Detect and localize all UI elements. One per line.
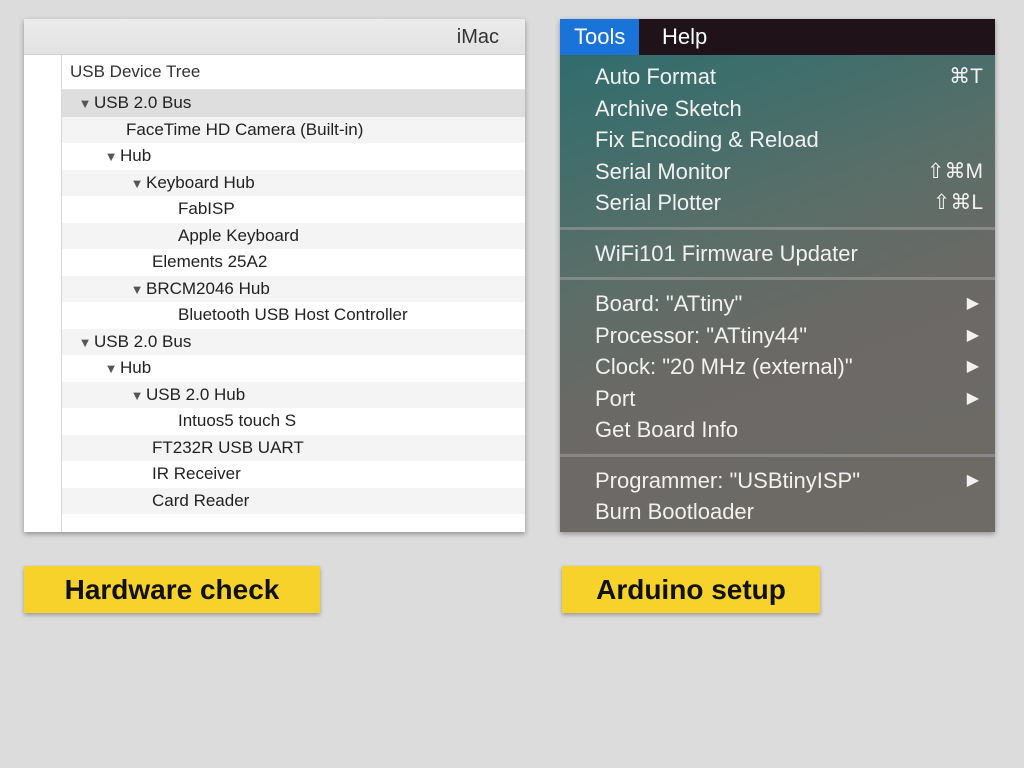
menu-item-label: Processor: "ATtiny44" bbox=[595, 322, 808, 348]
menu-item-label: Serial Monitor bbox=[595, 158, 731, 184]
tree-row[interactable]: ▼ USB 2.0 Bus bbox=[62, 90, 525, 117]
menu-item-shortcut: ⌘T bbox=[949, 65, 983, 88]
menu-item-label: Auto Format bbox=[595, 64, 717, 89]
tools-menu: Auto Format ⌘T Archive Sketch Fix Encoding … bbox=[560, 61, 995, 528]
menu-item[interactable]: Clock: "20 MHz (external)" ▶ bbox=[560, 351, 995, 383]
menu-item-shortcut: ⇧⌘M bbox=[926, 159, 983, 183]
disclosure-triangle-icon[interactable]: ▼ bbox=[128, 383, 146, 410]
menu-item-label: Burn Bootloader bbox=[595, 499, 754, 524]
menu-item[interactable]: WiFi101 Firmware Updater bbox=[560, 238, 995, 270]
menu-item-label: Programmer: "USBtinyISP" bbox=[595, 467, 861, 493]
menu-item[interactable]: Port ▶ bbox=[560, 383, 995, 415]
menu-item-label: Get Board Info bbox=[595, 417, 739, 442]
disclosure-triangle-icon[interactable]: ▼ bbox=[76, 91, 94, 118]
disclosure-triangle-icon[interactable]: ▼ bbox=[128, 277, 146, 304]
arduino-menu-screenshot: Tools Help Auto Format ⌘T Archive Sketch Fi… bbox=[560, 19, 995, 532]
menubar: Tools Help bbox=[560, 19, 995, 55]
tree-row-label: Hub bbox=[120, 146, 152, 165]
tree-row[interactable]: FT232R USB UART bbox=[62, 434, 525, 461]
caption-hardware-check: Hardware check bbox=[24, 566, 320, 613]
tree-row[interactable]: Intuos5 touch S bbox=[62, 408, 525, 435]
tree-row-label: FaceTime HD Camera (Built-in) bbox=[126, 119, 364, 139]
tree-row-label: Hub bbox=[120, 358, 152, 377]
tree-row[interactable]: Apple Keyboard bbox=[62, 222, 525, 249]
window-titlebar: iMac bbox=[24, 19, 525, 55]
menu-item-label: Port bbox=[595, 385, 636, 411]
tree-row[interactable]: ▼ USB 2.0 Bus bbox=[62, 328, 525, 357]
tree-row-label: Elements 25A2 bbox=[152, 252, 268, 271]
tree-row[interactable]: Card Reader bbox=[62, 487, 525, 514]
tree-row-label: Apple Keyboard bbox=[178, 225, 299, 245]
menu-separator bbox=[560, 453, 995, 457]
tree-row[interactable]: IR Receiver bbox=[62, 461, 525, 488]
menu-separator bbox=[560, 277, 995, 280]
tree-row-label: Card Reader bbox=[152, 490, 250, 510]
usb-device-tree: USB Device Tree ▼ USB 2.0 Bus FaceTime HD … bbox=[62, 55, 525, 532]
tree-row-label: USB 2.0 Bus bbox=[94, 331, 192, 351]
tree-row-label: FT232R USB UART bbox=[152, 437, 304, 457]
tree-row[interactable]: ▼ Hub bbox=[62, 143, 525, 170]
menu-item-label: Serial Plotter bbox=[595, 190, 721, 215]
tree-row-label: Intuos5 touch S bbox=[178, 411, 297, 430]
menu-tools[interactable]: Tools bbox=[560, 19, 640, 55]
tree-row-label: IR Receiver bbox=[152, 464, 241, 483]
menu-separator bbox=[560, 226, 995, 230]
sidebar-gutter bbox=[24, 55, 62, 532]
menu-item[interactable]: Fix Encoding & Reload bbox=[560, 124, 995, 156]
caption-arduino-setup: Arduino setup bbox=[562, 566, 820, 613]
tree-row-label: USB 2.0 Hub bbox=[146, 384, 246, 404]
menu-item-label: WiFi101 Firmware Updater bbox=[595, 240, 858, 266]
submenu-arrow-icon: ▶ bbox=[966, 326, 979, 344]
menu-item[interactable]: Serial Plotter ⇧⌘L bbox=[560, 187, 995, 219]
menu-item[interactable]: Serial Monitor ⇧⌘M bbox=[560, 156, 995, 188]
tree-row[interactable]: FabISP bbox=[62, 196, 525, 223]
menu-item[interactable]: Programmer: "USBtinyISP" ▶ bbox=[560, 465, 995, 497]
window-title: iMac bbox=[456, 26, 499, 48]
tree-row-label: Bluetooth USB Host Controller bbox=[178, 305, 408, 324]
tree-row-label: Keyboard Hub bbox=[146, 172, 255, 192]
tree-row[interactable]: Elements 25A2 bbox=[62, 249, 525, 276]
menu-item[interactable]: Board: "ATtiny" ▶ bbox=[560, 288, 995, 320]
menu-item-label: Board: "ATtiny" bbox=[595, 291, 743, 316]
tree-rows: ▼ USB 2.0 Bus FaceTime HD Camera (Built-in… bbox=[62, 90, 525, 514]
menu-item[interactable]: Burn Bootloader bbox=[560, 496, 995, 528]
menu-item[interactable]: Archive Sketch bbox=[560, 93, 995, 125]
submenu-arrow-icon: ▶ bbox=[966, 471, 979, 489]
disclosure-triangle-icon[interactable]: ▼ bbox=[102, 144, 120, 171]
submenu-arrow-icon: ▶ bbox=[966, 358, 979, 375]
menu-item-label: Archive Sketch bbox=[595, 95, 742, 121]
tree-row[interactable]: ▼ Keyboard Hub bbox=[62, 169, 525, 198]
usb-tree-window: iMac USB Device Tree ▼ USB 2.0 Bus FaceTim… bbox=[24, 19, 525, 532]
tree-row[interactable]: FaceTime HD Camera (Built-in) bbox=[62, 116, 525, 143]
submenu-arrow-icon: ▶ bbox=[966, 295, 979, 312]
tree-row[interactable]: ▼ Hub bbox=[62, 355, 525, 382]
disclosure-triangle-icon[interactable]: ▼ bbox=[128, 171, 146, 198]
tree-row[interactable]: ▼ BRCM2046 Hub bbox=[62, 275, 525, 304]
menu-item-shortcut: ⇧⌘L bbox=[932, 191, 983, 214]
menu-item-label: Fix Encoding & Reload bbox=[595, 127, 819, 152]
menu-item[interactable]: Get Board Info bbox=[560, 414, 995, 446]
disclosure-triangle-icon[interactable]: ▼ bbox=[102, 356, 120, 383]
tree-row-label: USB 2.0 Bus bbox=[94, 93, 192, 112]
menu-item[interactable]: Processor: "ATtiny44" ▶ bbox=[560, 320, 995, 352]
submenu-arrow-icon: ▶ bbox=[966, 389, 979, 407]
menu-help[interactable]: Help bbox=[648, 19, 721, 55]
menu-item[interactable]: Auto Format ⌘T bbox=[560, 61, 995, 93]
tree-row[interactable]: ▼ USB 2.0 Hub bbox=[62, 381, 525, 410]
tree-row-label: BRCM2046 Hub bbox=[146, 278, 270, 298]
tree-header: USB Device Tree bbox=[62, 55, 525, 90]
menu-item-label: Clock: "20 MHz (external)" bbox=[595, 354, 853, 379]
disclosure-triangle-icon[interactable]: ▼ bbox=[76, 330, 94, 357]
tree-row[interactable]: Bluetooth USB Host Controller bbox=[62, 302, 525, 329]
tree-row-label: FabISP bbox=[178, 199, 235, 218]
